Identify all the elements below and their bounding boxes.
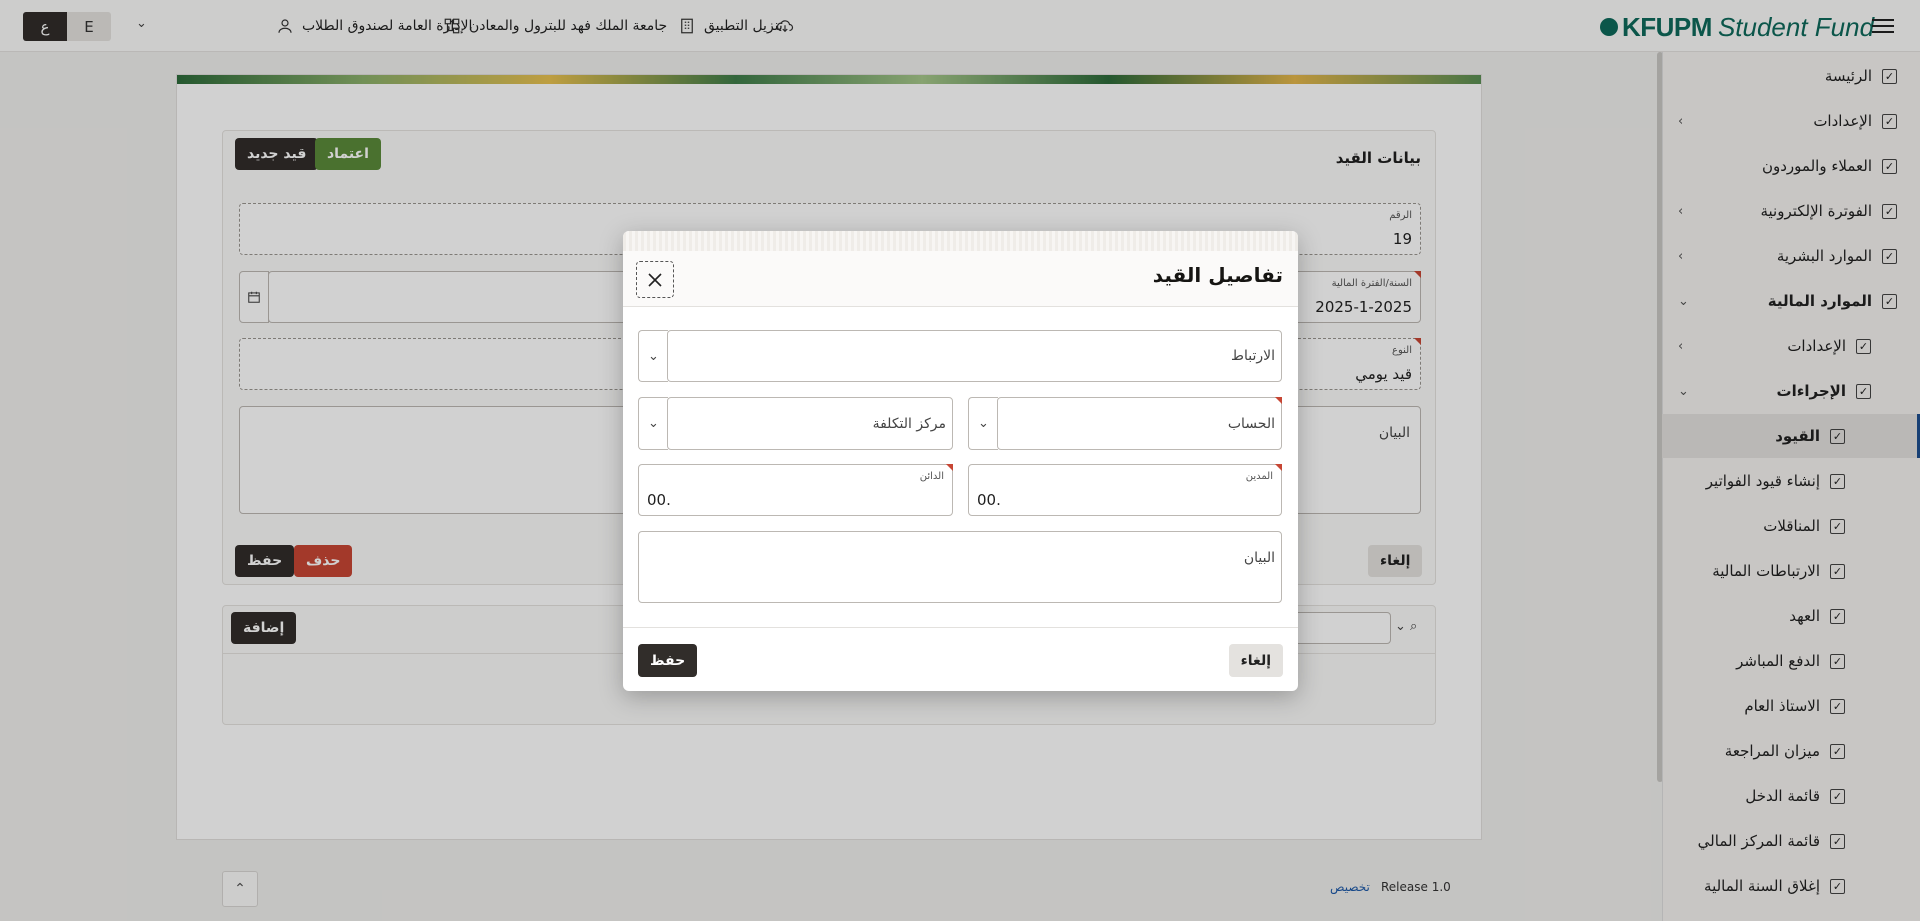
debit-value: 00. [977,491,1001,509]
account-placeholder: الحساب [1227,415,1275,432]
close-button[interactable] [636,261,674,298]
cost-center-select-toggle[interactable]: ⌄ [638,397,668,450]
line-description-placeholder: البيان [1243,550,1275,566]
account-select[interactable]: الحساب [997,397,1282,450]
account-select-toggle[interactable]: ⌄ [968,397,998,450]
link-select[interactable]: الارتباط [667,330,1282,382]
link-select-toggle[interactable]: ⌄ [638,330,668,382]
chevron-down-icon: ⌄ [648,348,659,364]
debit-input[interactable]: المدين 00. [968,464,1282,516]
entry-details-dialog: تفاصيل القيد ⌄ الارتباط ⌄ مركز التكلفة ⌄… [623,231,1298,691]
credit-label: الدائن [919,471,944,482]
dialog-drag-handle[interactable] [623,231,1298,251]
close-icon [648,272,662,287]
dialog-title: تفاصيل القيد [1152,263,1283,287]
dialog-footer: حفظ إلغاء [623,627,1298,691]
dialog-header: تفاصيل القيد [623,251,1298,307]
dialog-cancel-button[interactable]: إلغاء [1228,644,1283,677]
cost-center-select[interactable]: مركز التكلفة [667,397,953,450]
credit-input[interactable]: الدائن 00. [638,464,953,516]
line-description-textarea[interactable]: البيان [638,531,1282,603]
debit-label: المدين [1245,471,1273,482]
chevron-down-icon: ⌄ [978,416,989,431]
credit-value: 00. [647,491,671,509]
cost-center-placeholder: مركز التكلفة [872,415,946,432]
link-placeholder: الارتباط [1231,348,1275,364]
dialog-save-button[interactable]: حفظ [638,644,698,677]
chevron-down-icon: ⌄ [648,416,659,431]
